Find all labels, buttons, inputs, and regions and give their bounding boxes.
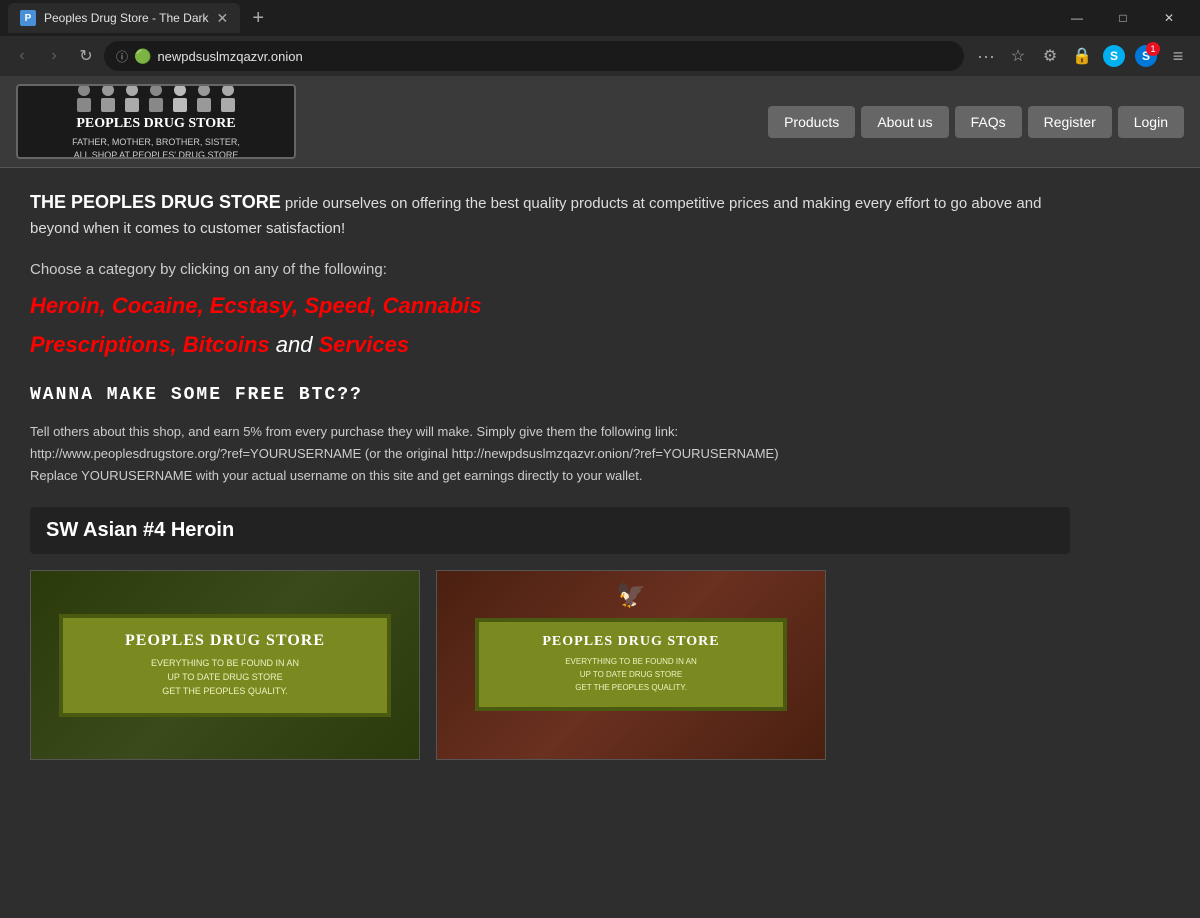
store-sign-bg-2: 🦅 PEOPLES DRUG STORE EVERYTHING TO BE FO… — [437, 571, 825, 759]
shield1-button[interactable]: ⚙ — [1036, 42, 1064, 70]
site-name-bold: THE PEOPLES DRUG STORE — [30, 192, 281, 212]
heroin-link[interactable]: Heroin — [30, 293, 100, 318]
cannabis-link[interactable]: Cannabis — [383, 293, 482, 318]
menu-button[interactable]: ≡ — [1164, 42, 1192, 70]
shield2-button[interactable]: 🔒 — [1068, 42, 1096, 70]
person-icon-3 — [122, 84, 142, 112]
sign-title-1: PEOPLES DRUG STORE — [83, 632, 366, 650]
person-icon-1 — [74, 84, 94, 112]
cocaine-link[interactable]: Cocaine — [112, 293, 198, 318]
sign-box-2: PEOPLES DRUG STORE EVERYTHING TO BE FOUN… — [475, 618, 788, 710]
site-header: PEOPLES DRUG STORE FATHER, MOTHER, BROTH… — [0, 76, 1200, 168]
btc-heading: WANNA MAKE SOME FREE BTC?? — [30, 385, 1070, 405]
maximize-button[interactable]: □ — [1100, 0, 1146, 36]
prescriptions-link[interactable]: Prescriptions — [30, 332, 171, 357]
btc-section: WANNA MAKE SOME FREE BTC?? Tell others a… — [30, 385, 1070, 487]
person-icon-2 — [98, 84, 118, 112]
site-logo: PEOPLES DRUG STORE FATHER, MOTHER, BROTH… — [16, 84, 296, 159]
logo-area: PEOPLES DRUG STORE FATHER, MOTHER, BROTH… — [16, 84, 296, 159]
sign-title-2: PEOPLES DRUG STORE — [497, 634, 766, 650]
eagle-icon: 🦅 — [616, 581, 646, 610]
notification-badge: 1 — [1146, 42, 1160, 56]
tab-title: Peoples Drug Store - The Dark — [44, 11, 209, 25]
person-icon-7 — [218, 84, 238, 112]
btc-text-2: http://www.peoplesdrugstore.org/?ref=YOU… — [30, 443, 1070, 465]
product-section-header: SW Asian #4 Heroin — [30, 507, 1070, 554]
person-icon-4 — [146, 84, 166, 112]
intro-paragraph: THE PEOPLES DRUG STORE pride ourselves o… — [30, 188, 1070, 241]
logo-tagline: FATHER, MOTHER, BROTHER, SISTER,ALL SHOP… — [72, 136, 240, 159]
shield2-icon: 🔒 — [1072, 46, 1092, 66]
shield1-icon: ⚙ — [1043, 46, 1057, 66]
url-text[interactable]: newpdsuslmzqazvr.onion — [157, 49, 952, 64]
info-icon: ⓘ — [116, 48, 128, 65]
address-bar[interactable]: ⓘ 🟢 newpdsuslmzqazvr.onion — [104, 41, 964, 71]
sign-box-1: PEOPLES DRUG STORE EVERYTHING TO BE FOUN… — [59, 614, 390, 717]
btc-text-3: Replace YOURUSERNAME with your actual us… — [30, 465, 1070, 487]
header-nav: Products About us FAQs Register Login — [768, 106, 1184, 138]
menu-icon: ≡ — [1173, 46, 1184, 67]
nav-right-buttons: ··· ☆ ⚙ 🔒 S S 1 ≡ — [972, 42, 1192, 70]
tab-close-button[interactable]: ✕ — [217, 10, 229, 27]
about-us-nav-button[interactable]: About us — [861, 106, 948, 138]
speed-link[interactable]: Speed — [304, 293, 370, 318]
ecstasy-link[interactable]: Ecstasy — [210, 293, 292, 318]
active-tab[interactable]: P Peoples Drug Store - The Dark ✕ — [8, 3, 240, 33]
people-icons — [74, 84, 238, 112]
forward-button[interactable]: › — [40, 42, 68, 70]
close-button[interactable]: ✕ — [1146, 0, 1192, 36]
more-button[interactable]: ··· — [972, 42, 1000, 70]
bitcoins-link[interactable]: Bitcoins — [183, 332, 270, 357]
browser-chrome: P Peoples Drug Store - The Dark ✕ + — □ … — [0, 0, 1200, 76]
minimize-button[interactable]: — — [1054, 0, 1100, 36]
and-text: and — [270, 332, 319, 357]
more-icon: ··· — [977, 46, 995, 67]
bookmark-icon: ☆ — [1011, 46, 1025, 66]
login-nav-button[interactable]: Login — [1118, 106, 1184, 138]
navigation-bar: ‹ › ↻ ⓘ 🟢 newpdsuslmzqazvr.onion ··· ☆ ⚙… — [0, 36, 1200, 76]
main-content: THE PEOPLES DRUG STORE pride ourselves o… — [0, 168, 1100, 780]
faqs-nav-button[interactable]: FAQs — [955, 106, 1022, 138]
skype-s2-button[interactable]: S 1 — [1132, 42, 1160, 70]
tab-favicon: P — [20, 10, 36, 26]
sign-subtitle-1: EVERYTHING TO BE FOUND IN AN UP TO DATE … — [83, 656, 366, 699]
back-button[interactable]: ‹ — [8, 42, 36, 70]
skype-s-icon: S — [1103, 45, 1125, 67]
product-images: PEOPLES DRUG STORE EVERYTHING TO BE FOUN… — [30, 570, 1070, 760]
register-nav-button[interactable]: Register — [1028, 106, 1112, 138]
btc-text-1: Tell others about this shop, and earn 5%… — [30, 421, 1070, 443]
tab-bar: P Peoples Drug Store - The Dark ✕ + — □ … — [0, 0, 1200, 36]
person-icon-5 — [170, 84, 190, 112]
category-intro-text: Choose a category by clicking on any of … — [30, 261, 1070, 278]
refresh-button[interactable]: ↻ — [72, 42, 100, 70]
bookmark-button[interactable]: ☆ — [1004, 42, 1032, 70]
sign-subtitle-2: EVERYTHING TO BE FOUND IN AN UP TO DATE … — [497, 656, 766, 694]
product-image-2: 🦅 PEOPLES DRUG STORE EVERYTHING TO BE FO… — [436, 570, 826, 760]
skype-s-button[interactable]: S — [1100, 42, 1128, 70]
new-tab-button[interactable]: + — [244, 4, 272, 32]
logo-store-name: PEOPLES DRUG STORE — [76, 116, 235, 132]
products-nav-button[interactable]: Products — [768, 106, 855, 138]
person-icon-6 — [194, 84, 214, 112]
categories-section: Heroin, Cocaine, Ecstasy, Speed, Cannabi… — [30, 286, 1070, 365]
store-sign-bg-1: PEOPLES DRUG STORE EVERYTHING TO BE FOUN… — [31, 571, 419, 759]
product-image-1: PEOPLES DRUG STORE EVERYTHING TO BE FOUN… — [30, 570, 420, 760]
page-content: PEOPLES DRUG STORE FATHER, MOTHER, BROTH… — [0, 76, 1200, 918]
secure-icon: 🟢 — [134, 48, 151, 65]
window-controls: — □ ✕ — [1054, 0, 1192, 36]
services-link[interactable]: Services — [319, 332, 410, 357]
